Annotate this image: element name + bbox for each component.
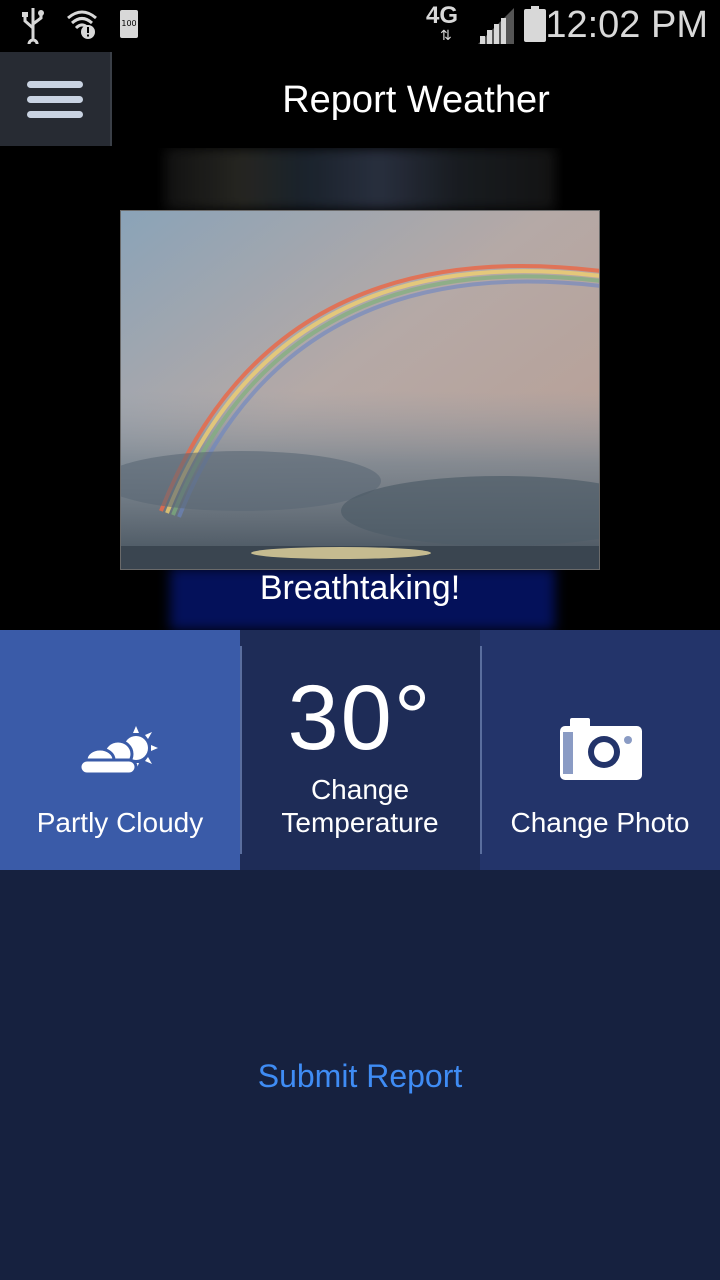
signal-icon	[478, 8, 514, 44]
change-photo-tile[interactable]: Change Photo	[480, 630, 720, 870]
hamburger-menu-icon	[27, 73, 83, 126]
battery-percent-text: 100	[121, 19, 137, 28]
condition-tile[interactable]: Partly Cloudy	[0, 630, 240, 870]
wifi-alert-icon	[67, 10, 97, 39]
usb-icon	[22, 8, 44, 44]
report-tiles: Partly Cloudy 30° Change Temperature Cha…	[0, 630, 720, 870]
photo-caption: Breathtaking!	[259, 569, 461, 607]
temperature-tile[interactable]: 30° Change Temperature	[240, 630, 480, 870]
status-bar: 100 4G ⇅ 12:02 PM	[0, 0, 720, 50]
temperature-value: 30°	[287, 667, 433, 769]
camera-icon	[560, 718, 642, 780]
network-label: 4G	[426, 2, 459, 29]
action-bar: Report Weather	[0, 50, 720, 148]
photo-blur-background	[165, 148, 555, 210]
status-time: 12:02 PM	[545, 4, 708, 46]
battery-icon	[524, 6, 546, 42]
temperature-label-line1: Change	[310, 774, 410, 805]
lte-icon: 4G ⇅	[426, 2, 459, 43]
photo-area: Breathtaking!	[0, 148, 720, 630]
temperature-label-line2: Temperature	[281, 807, 439, 838]
menu-button[interactable]	[0, 52, 112, 146]
battery-saver-icon: 100	[120, 10, 138, 38]
change-photo-label: Change Photo	[510, 807, 690, 838]
partly-cloudy-icon	[78, 726, 158, 776]
weather-photo	[120, 210, 600, 570]
page-title: Report Weather	[282, 79, 550, 121]
condition-label: Partly Cloudy	[36, 807, 204, 838]
submit-report-button[interactable]: Submit Report	[0, 1040, 720, 1112]
